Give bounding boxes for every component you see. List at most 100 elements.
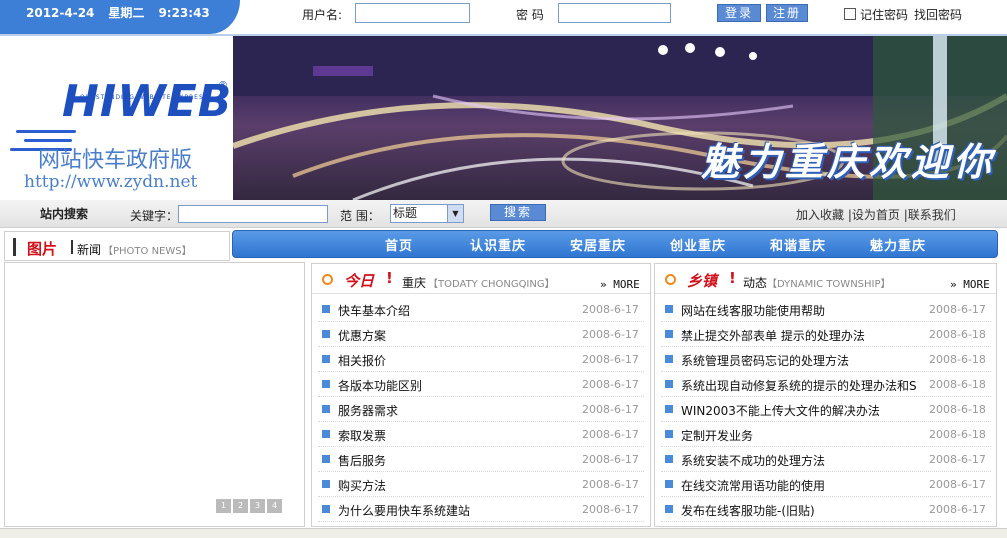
bullet-icon [322,430,330,438]
list-item[interactable]: 系统安装不成功的处理方法 2008-6-17 [661,447,991,472]
list-item-title[interactable]: 禁止提交外部表单 提示的处理办法 [681,327,919,344]
list-item-date: 2008-6-18 [929,353,986,366]
list-item-title[interactable]: 定制开发业务 [681,427,919,444]
list-item[interactable]: 为什么要用快车系统建站 2008-6-17 [318,497,644,522]
nav-business-chongqing[interactable]: 创业重庆 [670,235,726,254]
list-item-title[interactable]: 在线交流常用语功能的使用 [681,477,919,494]
page-button[interactable]: 3 [250,499,265,513]
search-button[interactable]: 搜索 [490,204,546,221]
township-en: 【DYNAMIC TOWNSHIP】 [767,279,891,290]
list-item-title[interactable]: 系统安装不成功的处理方法 [681,452,919,469]
list-item[interactable]: 优惠方案 2008-6-17 [318,322,644,347]
photo-news-label: 新闻 [77,243,102,257]
list-item-title[interactable]: 发布在线客服功能-(旧贴) [681,502,919,519]
nav-charm-chongqing[interactable]: 魅力重庆 [870,235,926,254]
list-item-title[interactable]: 网站在线客服功能使用帮助 [681,302,919,319]
list-item-title[interactable]: 各版本功能区别 [338,377,578,394]
horizontal-scrollbar[interactable] [0,528,1007,538]
bullet-icon [665,455,673,463]
bullet-icon [665,405,673,413]
header-separator [71,240,73,254]
township-list: 网站在线客服功能使用帮助 2008-6-17 禁止提交外部表单 提示的处理办法 200… [661,297,991,522]
logo-tagline: OUTSTANDING WEBSITE EXPRESS [80,94,209,101]
bullet-icon [322,305,330,313]
username-input[interactable] [355,3,470,23]
list-item-title[interactable]: 索取发票 [338,427,578,444]
page-button[interactable]: 2 [233,499,248,513]
list-item-title[interactable]: 购买方法 [338,477,578,494]
datetime-panel: 2012-4-24 星期二 9:23:43 [0,0,240,34]
township-more-link[interactable]: » MORE [950,278,990,291]
set-homepage-link[interactable]: 设为首页 [852,208,900,222]
banner-slogan: 魅力重庆欢迎你 [700,140,995,184]
add-favorite-link[interactable]: 加入收藏 [796,208,844,222]
list-item-title[interactable]: 为什么要用快车系统建站 [338,502,578,519]
list-item-date: 2008-6-17 [929,453,986,466]
today-chongqing-panel: 今日 ! 重庆 【TODATY CHONGQING】 » MORE 快车基本介绍… [311,263,651,527]
remember-checkbox[interactable] [844,8,856,20]
banner-image: 魅力重庆欢迎你 [233,36,1007,200]
list-item[interactable]: 索取发票 2008-6-17 [318,422,644,447]
list-item[interactable]: 服务器需求 2008-6-17 [318,397,644,422]
list-item-title[interactable]: 售后服务 [338,452,578,469]
list-item[interactable]: 在线交流常用语功能的使用 2008-6-17 [661,472,991,497]
list-item-title[interactable]: 系统出现自动修复系统的提示的处理办法和S [681,377,919,394]
list-item[interactable]: 系统管理员密码忘记的处理方法 2008-6-18 [661,347,991,372]
nav-live-chongqing[interactable]: 安居重庆 [570,235,626,254]
list-item-title[interactable]: 相关报价 [338,352,578,369]
list-item-date: 2008-6-18 [929,428,986,441]
photo-pager: 1234 [216,497,284,513]
township-subtitle: 动态 [743,276,768,290]
list-item-date: 2008-6-17 [582,428,639,441]
nav-know-chongqing[interactable]: 认识重庆 [470,235,526,254]
top-bar: 2012-4-24 星期二 9:23:43 用户名: 密 码 登录 注册 记住密码 … [0,0,1007,34]
list-item-title[interactable]: 服务器需求 [338,402,578,419]
exclaim-mark: ! [386,269,393,287]
list-item-title[interactable]: 系统管理员密码忘记的处理方法 [681,352,919,369]
today-more-link[interactable]: » MORE [600,278,640,291]
list-item-date: 2008-6-17 [582,353,639,366]
nav-home[interactable]: 首页 [385,235,413,254]
list-item[interactable]: 定制开发业务 2008-6-18 [661,422,991,447]
list-item[interactable]: 系统出现自动修复系统的提示的处理办法和S 2008-6-18 [661,372,991,397]
list-item-date: 2008-6-17 [582,403,639,416]
site-search-bar: 站内搜索 关键字： 范 围： 标题 ▼ 搜索 加入收藏 |设为首页 |联系我们 [0,200,1007,228]
list-item[interactable]: WIN2003不能上传大文件的解决办法 2008-6-18 [661,397,991,422]
login-button[interactable]: 登录 [717,4,761,22]
list-item[interactable]: 快车基本介绍 2008-6-17 [318,297,644,322]
list-item-title[interactable]: 优惠方案 [338,327,578,344]
page-button[interactable]: 4 [267,499,282,513]
bullet-icon [665,430,673,438]
list-item[interactable]: 相关报价 2008-6-17 [318,347,644,372]
list-item[interactable]: 网站在线客服功能使用帮助 2008-6-17 [661,297,991,322]
username-label: 用户名: [302,8,343,22]
nav-harmony-chongqing[interactable]: 和谐重庆 [770,235,826,254]
bullet-icon [665,480,673,488]
contact-us-link[interactable]: 联系我们 [908,208,956,222]
keyword-input[interactable] [178,205,328,223]
register-button[interactable]: 注册 [766,4,808,22]
today-title: 今日 [344,272,375,290]
list-item-title[interactable]: WIN2003不能上传大文件的解决办法 [681,402,919,419]
forgot-password-link[interactable]: 找回密码 [914,6,962,23]
bullet-icon [322,405,330,413]
chevron-down-icon: ▼ [447,205,463,222]
page-button[interactable]: 1 [216,499,231,513]
list-item-date: 2008-6-17 [582,478,639,491]
list-item[interactable]: 发布在线客服功能-(旧贴) 2008-6-17 [661,497,991,522]
scope-select[interactable]: 标题 ▼ [390,204,464,223]
logo-title: 网站快车政府版 [38,148,193,173]
list-item-date: 2008-6-18 [929,378,986,391]
bullet-icon [322,380,330,388]
list-item-date: 2008-6-17 [929,303,986,316]
list-item[interactable]: 各版本功能区别 2008-6-17 [318,372,644,397]
list-item[interactable]: 禁止提交外部表单 提示的处理办法 2008-6-18 [661,322,991,347]
list-item[interactable]: 购买方法 2008-6-17 [318,472,644,497]
today-header: 今日 ! 重庆 【TODATY CHONGQING】 » MORE [312,264,650,294]
scope-label: 范 围： [340,209,380,223]
logo-brand: HIWEB [62,76,233,127]
today-subtitle: 重庆 [402,276,427,290]
list-item-title[interactable]: 快车基本介绍 [338,302,578,319]
list-item[interactable]: 售后服务 2008-6-17 [318,447,644,472]
password-input[interactable] [558,3,671,23]
